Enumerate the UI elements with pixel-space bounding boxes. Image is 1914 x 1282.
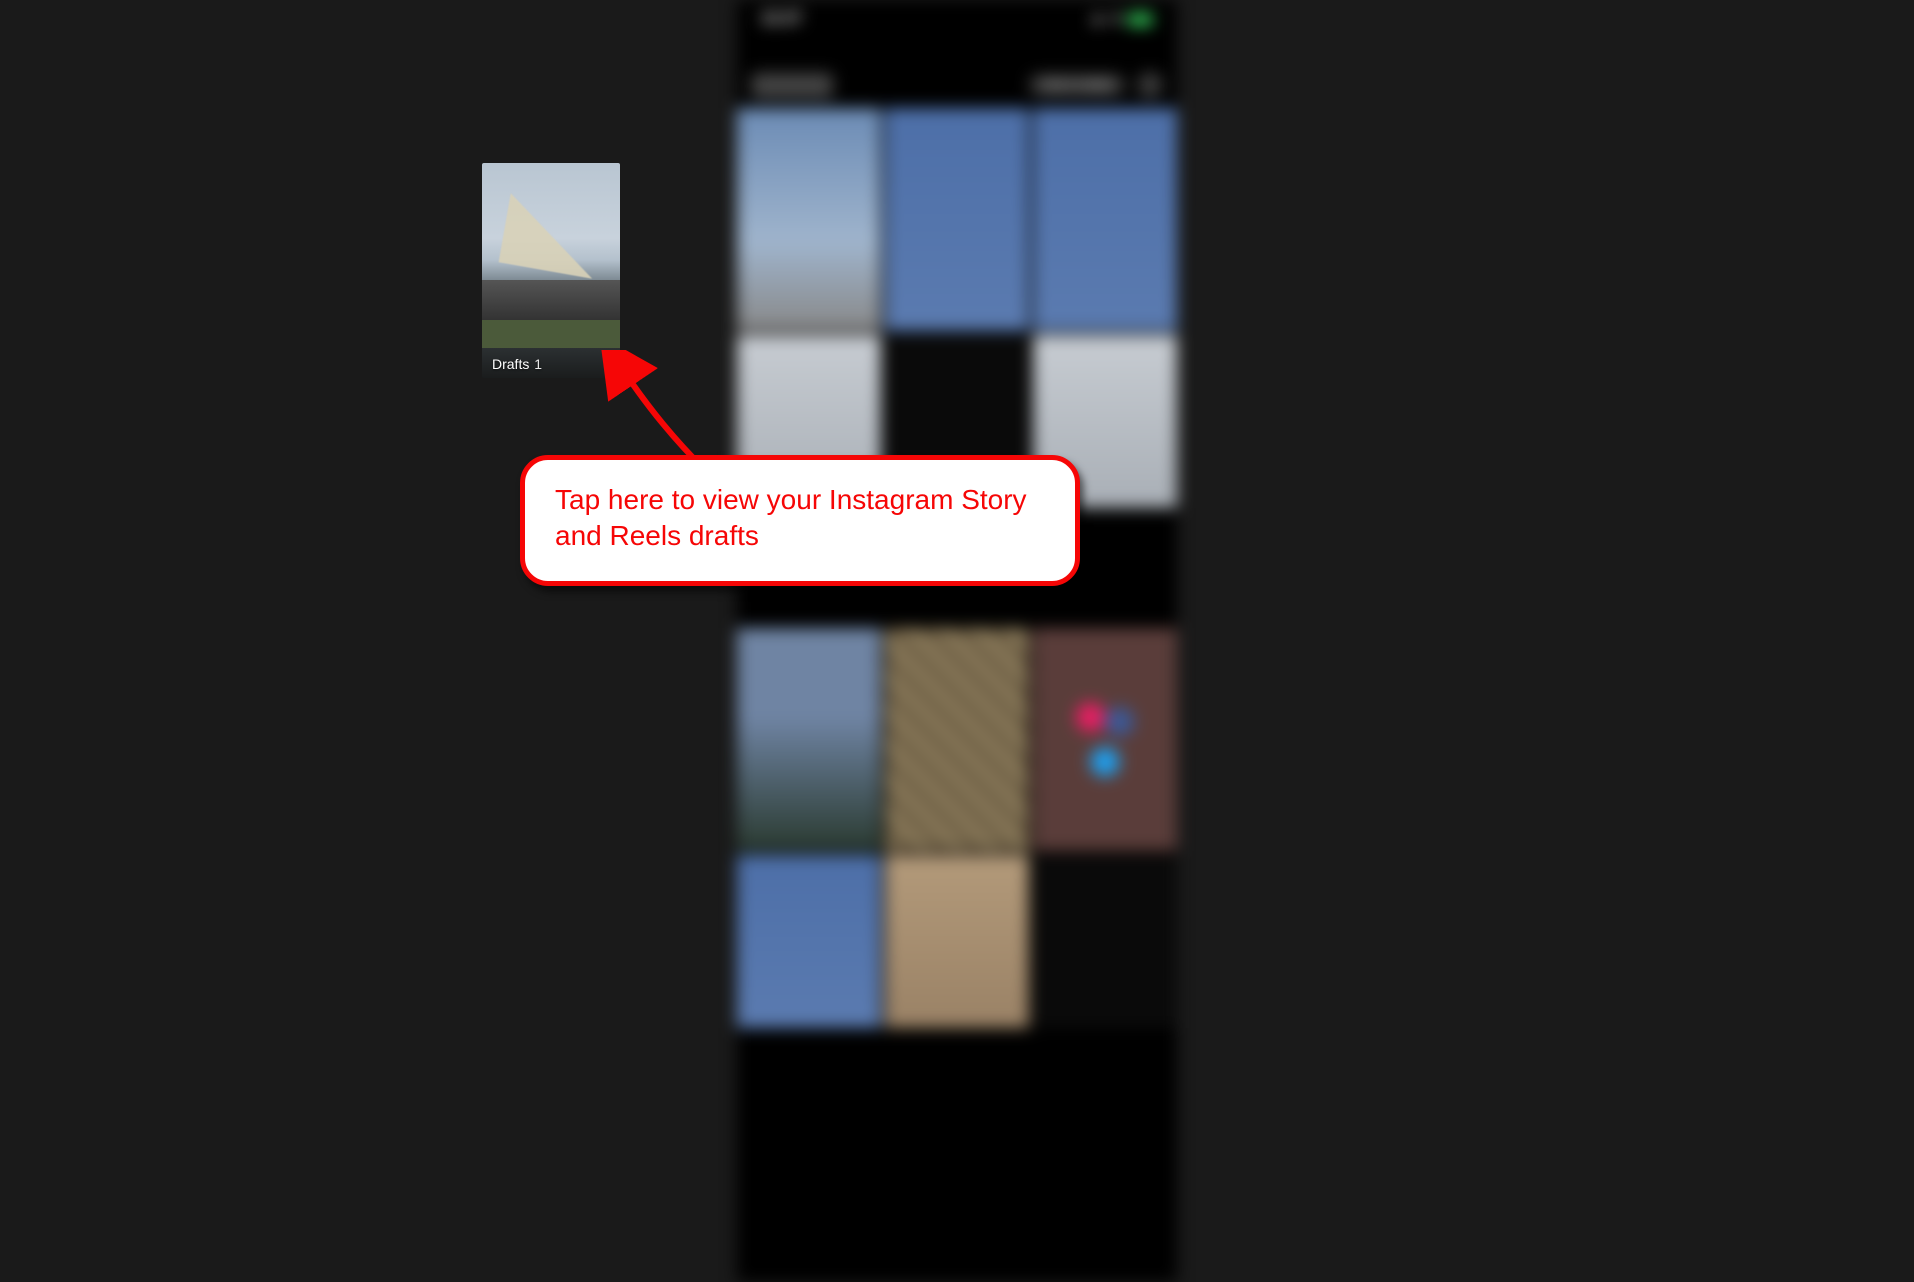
signal-icon: ● bbox=[1111, 10, 1121, 28]
gallery-thumb bbox=[885, 628, 1029, 851]
gallery-grid-bottom bbox=[737, 628, 1177, 1028]
gallery-thumb bbox=[1033, 108, 1177, 331]
wifi-icon: ▲ bbox=[1089, 10, 1105, 28]
phone-screenshot-blurred: 12:27 ▲ ● Reels Select multiple bbox=[737, 0, 1177, 1282]
drafts-tile-image bbox=[482, 320, 620, 348]
gallery-thumb bbox=[737, 855, 881, 1028]
gallery-thumb bbox=[1033, 855, 1177, 1028]
drafts-tile-image bbox=[482, 280, 620, 320]
gallery-thumb bbox=[737, 108, 881, 331]
drafts-count: 1 bbox=[534, 356, 542, 372]
gallery-thumb bbox=[737, 628, 881, 851]
header-title: Reels bbox=[751, 73, 833, 98]
select-multiple-pill: Select multiple bbox=[1029, 75, 1125, 95]
gallery-thumb bbox=[1033, 628, 1177, 851]
gallery-thumb bbox=[885, 855, 1029, 1028]
drafts-label-text: Drafts bbox=[492, 356, 529, 372]
gallery-thumb bbox=[885, 108, 1029, 331]
gallery-header: Reels Select multiple bbox=[737, 32, 1177, 108]
status-bar: 12:27 ▲ ● bbox=[737, 0, 1177, 32]
drafts-tile[interactable]: Drafts 1 bbox=[482, 163, 620, 378]
camera-icon bbox=[1137, 72, 1163, 98]
annotation-callout: Tap here to view your Instagram Story an… bbox=[520, 455, 1080, 586]
gallery-grid-top bbox=[737, 108, 1177, 331]
drafts-label: Drafts 1 bbox=[492, 356, 542, 372]
battery-icon bbox=[1127, 13, 1153, 26]
callout-text: Tap here to view your Instagram Story an… bbox=[555, 484, 1027, 551]
status-time: 12:27 bbox=[761, 10, 802, 28]
